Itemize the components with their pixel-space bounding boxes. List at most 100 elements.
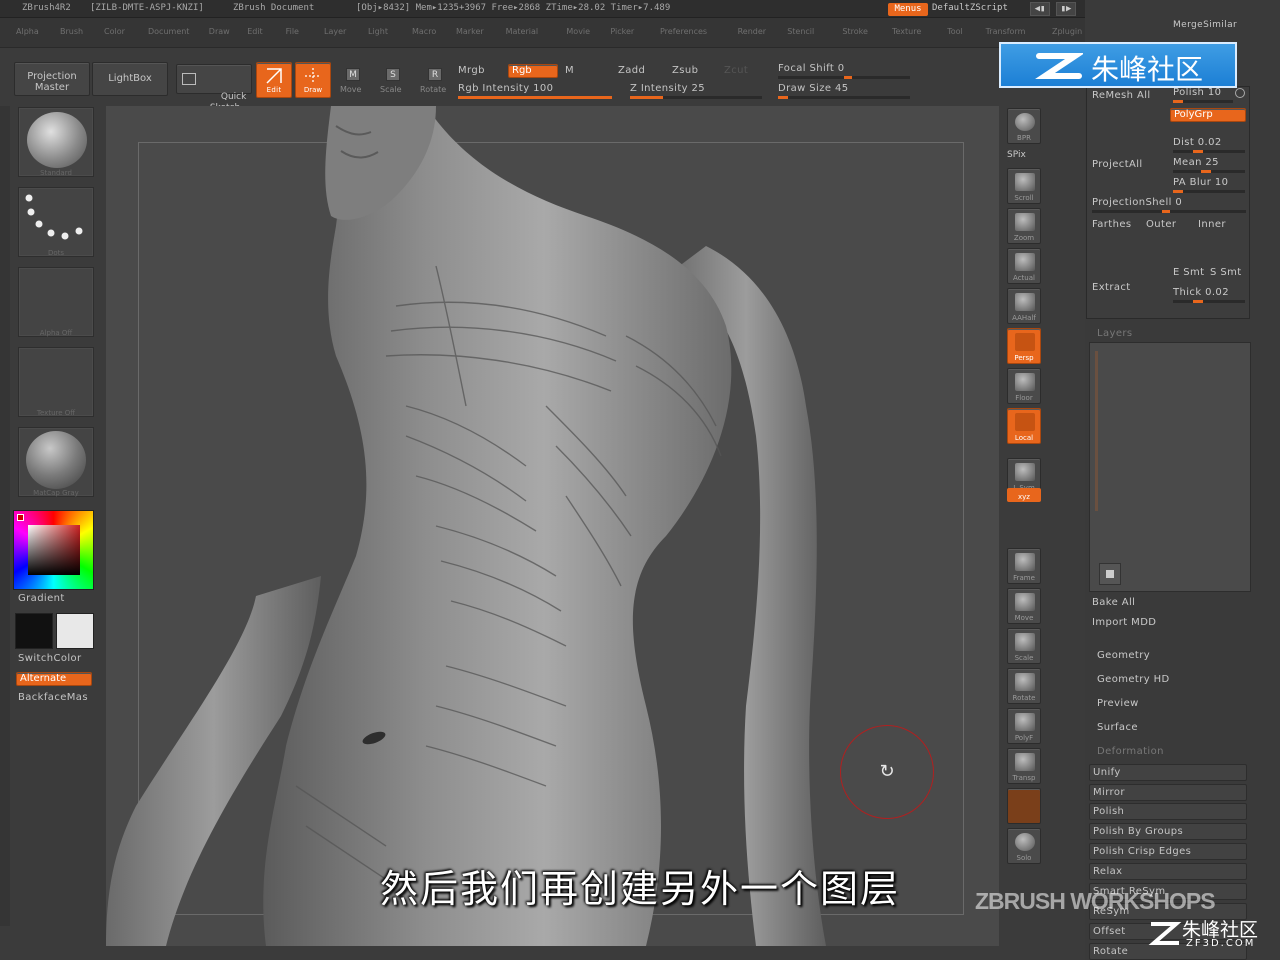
polish-deform-slider[interactable]: Polish [1089,803,1247,820]
mean-slider[interactable] [1173,170,1245,173]
menu-item-marker[interactable]: Marker [456,27,484,36]
dist-slider-label[interactable]: Dist 0.02 [1173,137,1222,148]
e-smt-slider-label[interactable]: E Smt [1173,267,1205,278]
zscript-label[interactable]: DefaultZScript [932,3,1008,13]
tool-scale-button[interactable]: Scale [1007,628,1041,664]
draw-button[interactable]: Draw [295,62,331,98]
tool-bpr-button[interactable]: BPR [1007,108,1041,144]
tool-move-button[interactable]: Move [1007,588,1041,624]
rotate-button[interactable]: R Rotate [418,66,450,98]
remesh-all-button[interactable]: ReMesh All [1092,90,1151,101]
tool-actual-button[interactable]: Actual [1007,248,1041,284]
tool-transp-button[interactable]: Transp [1007,748,1041,784]
s-smt-slider-label[interactable]: S Smt [1210,267,1242,278]
polygrp-toggle[interactable]: PolyGrp [1170,108,1246,122]
menu-item-draw[interactable]: Draw [209,27,230,36]
menu-item-zplugin[interactable]: Zplugin [1052,27,1082,36]
menu-item-movie[interactable]: Movie [566,27,590,36]
merge-similar-button[interactable]: MergeSimilar [1173,20,1237,30]
alpha-thumbnail[interactable]: Alpha Off [18,267,94,337]
tool-frame-button[interactable]: Frame [1007,548,1041,584]
menu-item-document[interactable]: Document [148,27,189,36]
main-color-swatch[interactable] [15,613,53,649]
surface-section[interactable]: Surface [1097,722,1138,733]
edit-button[interactable]: Edit [256,62,292,98]
geometry-hd-section[interactable]: Geometry HD [1097,674,1170,685]
mean-slider-label[interactable]: Mean 25 [1173,157,1219,168]
tool-rotate-button[interactable]: Rotate [1007,668,1041,704]
farthest-toggle[interactable]: Farthes [1092,219,1132,230]
menu-item-stroke[interactable]: Stroke [842,27,868,36]
texture-thumbnail[interactable]: Texture Off [18,347,94,417]
tool-polyf-button[interactable]: PolyF [1007,708,1041,744]
tool-solo-button[interactable]: Solo [1007,828,1041,864]
mirror-button[interactable]: Mirror [1089,784,1247,801]
menu-item-light[interactable]: Light [368,27,388,36]
polish-by-groups-slider[interactable]: Polish By Groups [1089,823,1247,840]
alternate-button[interactable]: Alternate [16,672,92,686]
thick-slider-label[interactable]: Thick 0.02 [1173,287,1229,298]
pa-blur-slider-label[interactable]: PA Blur 10 [1173,177,1228,188]
project-all-button[interactable]: ProjectAll [1092,159,1143,170]
menu-item-brush[interactable]: Brush [60,27,83,36]
bake-all-button[interactable]: Bake All [1092,597,1135,608]
unify-button[interactable]: Unify [1089,764,1247,781]
gradient-toggle[interactable]: Gradient [18,593,65,604]
switch-color-button[interactable]: SwitchColor [18,653,82,664]
document-canvas[interactable]: ↻ [106,106,999,946]
menu-item-picker[interactable]: Picker [610,27,634,36]
stroke-thumbnail[interactable]: Dots [18,187,94,257]
thick-slider[interactable] [1173,300,1245,303]
layers-scrollbar[interactable] [1095,351,1098,511]
color-picker-square[interactable] [28,525,80,575]
scale-button[interactable]: S Scale [380,66,406,98]
move-button[interactable]: M Move [340,66,366,98]
preview-section[interactable]: Preview [1097,698,1139,709]
projection-master-button[interactable]: Projection Master [14,62,90,96]
menu-item-color[interactable]: Color [104,27,125,36]
rgb-toggle[interactable]: Rgb [508,64,558,78]
tool-spix-button[interactable]: SPix [1007,148,1041,162]
z-intensity-slider[interactable] [630,96,762,99]
brush-thumbnail[interactable]: Standard [18,107,94,177]
zsub-toggle[interactable]: Zsub [672,65,698,76]
menu-item-file[interactable]: File [286,27,299,36]
left-tray-edge[interactable] [0,106,10,926]
material-thumbnail[interactable]: MatCap Gray [18,427,94,497]
outer-toggle[interactable]: Outer [1146,219,1176,230]
layer-new-button[interactable] [1099,563,1121,585]
secondary-color-swatch[interactable] [56,613,94,649]
tool-aahalf-button[interactable]: AAHalf [1007,288,1041,324]
menu-item-tool[interactable]: Tool [947,27,963,36]
quick-sketch-button[interactable]: Quick Sketch [176,64,252,113]
projection-shell-slider[interactable] [1092,210,1246,213]
menu-item-transform[interactable]: Transform [986,27,1026,36]
dist-slider[interactable] [1173,150,1245,153]
pa-blur-slider[interactable] [1173,190,1245,193]
polish-slider[interactable] [1173,100,1233,103]
zadd-toggle[interactable]: Zadd [618,65,645,76]
extract-button[interactable]: Extract [1092,282,1131,293]
m-toggle[interactable]: M [565,65,574,76]
menus-button[interactable]: Menus [888,3,928,16]
color-picker-wheel[interactable] [13,510,94,590]
menu-item-texture[interactable]: Texture [892,27,921,36]
tool-scroll-button[interactable]: Scroll [1007,168,1041,204]
rgb-intensity-slider[interactable] [458,96,612,99]
menu-item-preferences[interactable]: Preferences [660,27,707,36]
tool-persp-button[interactable]: Persp [1007,328,1041,364]
geometry-section[interactable]: Geometry [1097,650,1150,661]
layers-list[interactable] [1089,342,1251,592]
menu-item-alpha[interactable]: Alpha [16,27,39,36]
tool-local-button[interactable]: Local [1007,408,1041,444]
focal-shift-slider[interactable] [778,76,910,79]
projection-shell-label[interactable]: ProjectionShell 0 [1092,197,1182,208]
menu-item-edit[interactable]: Edit [247,27,263,36]
deformation-section[interactable]: Deformation [1097,746,1164,757]
backface-mask-toggle[interactable]: BackfaceMas [18,692,88,703]
tool-color-swatch[interactable] [1007,788,1041,824]
tool-xyz-button[interactable]: xyz [1007,488,1041,502]
polish-circle-icon[interactable] [1235,88,1245,98]
zcut-toggle[interactable]: Zcut [724,65,748,76]
layers-header[interactable]: Layers [1097,328,1133,339]
